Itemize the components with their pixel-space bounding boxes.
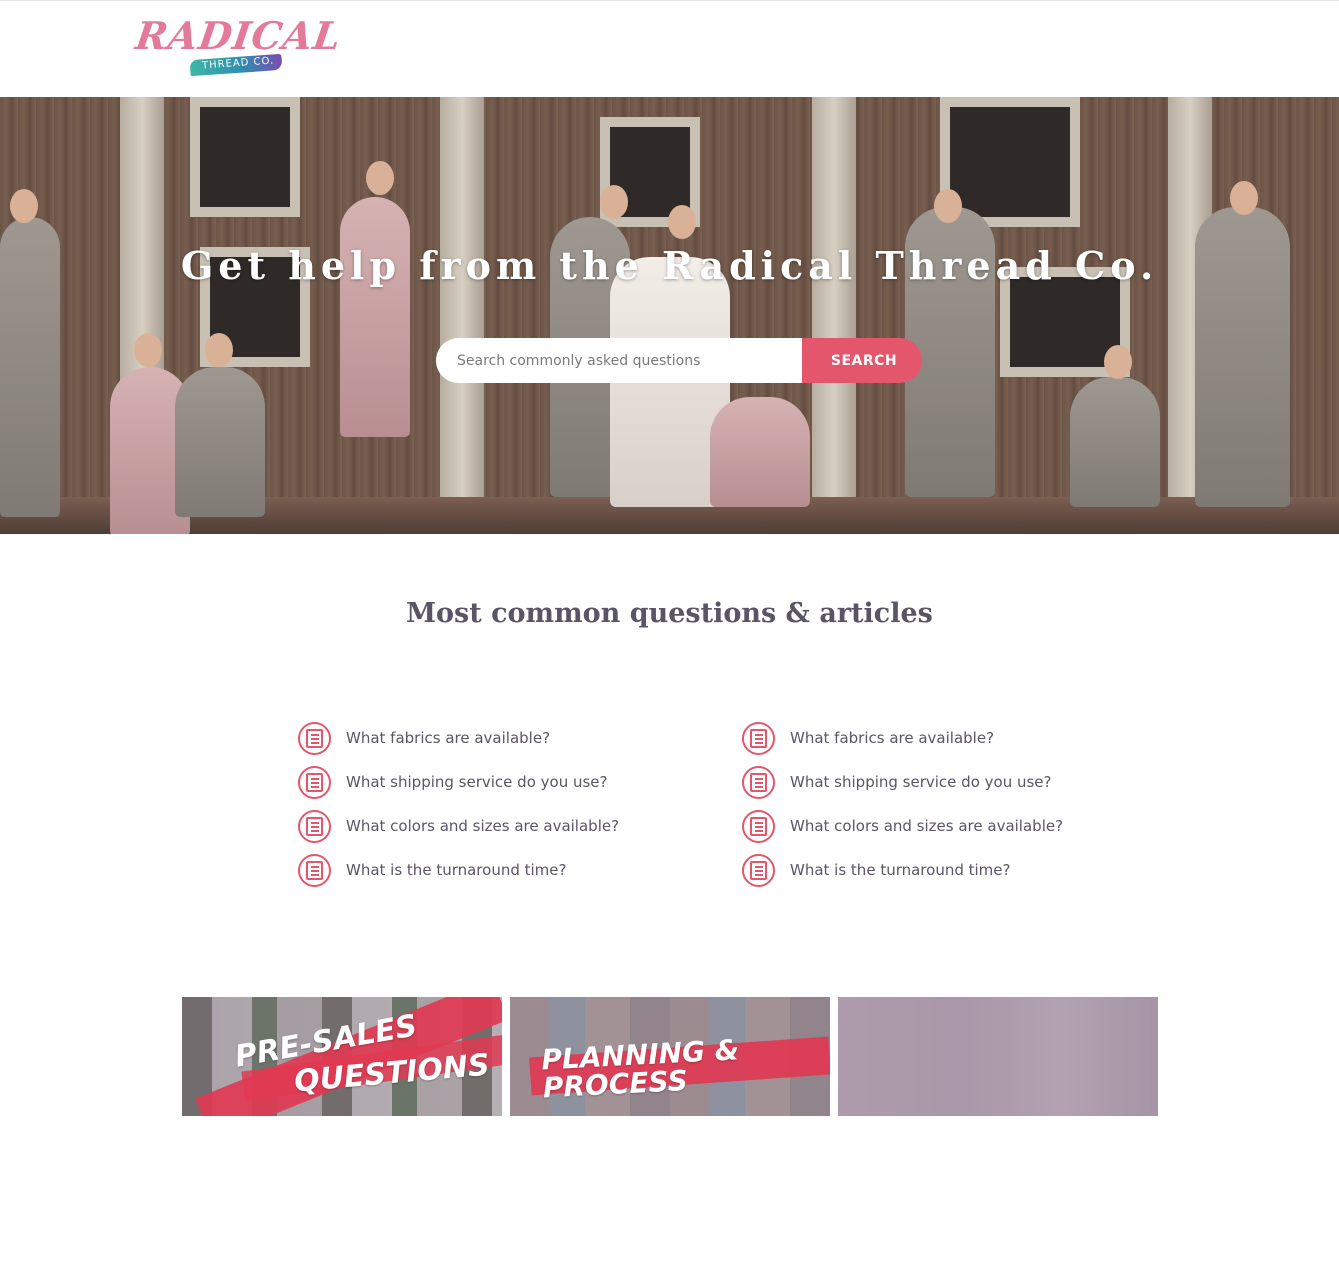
category-card-planning-process[interactable]: PLANNING & PROCESS [510, 997, 830, 1116]
radical-thread-logo[interactable]: RADICAL THREAD CO. [133, 13, 344, 81]
hero-photo-post [440, 97, 484, 517]
card-title-line1: PLANNING & PROCESS [540, 1033, 740, 1105]
search-form: SEARCH [436, 338, 922, 383]
hero-banner: Get help from the Radical Thread Co. SEA… [0, 97, 1339, 534]
hero-photo-head [600, 185, 628, 219]
article-icon [298, 765, 331, 799]
hero-photo-head [205, 333, 233, 367]
question-label: What fabrics are available? [790, 729, 995, 747]
question-label: What colors and sizes are available? [790, 817, 1064, 835]
hero-photo-head [366, 161, 394, 195]
hero-photo-person [1070, 377, 1160, 507]
question-link[interactable]: What shipping service do you use? [742, 760, 1162, 804]
hero-photo-head [934, 189, 962, 223]
question-label: What shipping service do you use? [790, 773, 1052, 791]
hero-photo-head [1104, 345, 1132, 379]
question-link[interactable]: What shipping service do you use? [298, 760, 718, 804]
hero-photo-person [175, 367, 265, 517]
hero-photo-head [1230, 181, 1258, 215]
article-icon [742, 853, 775, 887]
question-link[interactable]: What is the turnaround time? [742, 848, 1162, 892]
logo-wordmark: RADICAL [132, 13, 345, 58]
article-icon [742, 721, 775, 755]
question-label: What is the turnaround time? [790, 861, 1011, 879]
hero-photo-post [812, 97, 856, 517]
question-link[interactable]: What colors and sizes are available? [742, 804, 1162, 848]
questions-column-left: What fabrics are available? What shippin… [298, 716, 718, 892]
question-label: What colors and sizes are available? [346, 817, 620, 835]
article-icon [742, 809, 775, 843]
question-label: What shipping service do you use? [346, 773, 608, 791]
search-input[interactable] [436, 338, 816, 383]
questions-column-right: What fabrics are available? What shippin… [742, 716, 1162, 892]
search-button[interactable]: SEARCH [802, 338, 922, 383]
hero-photo-head [10, 189, 38, 223]
category-card-pre-sales[interactable]: PRE-SALES QUESTIONS [182, 997, 502, 1116]
article-icon [298, 853, 331, 887]
category-card-third[interactable] [838, 997, 1158, 1116]
question-link[interactable]: What colors and sizes are available? [298, 804, 718, 848]
section-title: Most common questions & articles [406, 598, 933, 629]
site-header: RADICAL THREAD CO. [0, 1, 1339, 97]
hero-photo-window [190, 97, 300, 217]
hero-photo-person [340, 197, 410, 437]
hero-photo-person [710, 397, 810, 507]
article-icon [742, 765, 775, 799]
hero-photo-head [134, 333, 162, 367]
question-label: What fabrics are available? [346, 729, 551, 747]
article-icon [298, 721, 331, 755]
question-link[interactable]: What fabrics are available? [298, 716, 718, 760]
article-icon [298, 809, 331, 843]
hero-photo-head [668, 205, 696, 239]
question-link[interactable]: What fabrics are available? [742, 716, 1162, 760]
question-link[interactable]: What is the turnaround time? [298, 848, 718, 892]
question-label: What is the turnaround time? [346, 861, 567, 879]
hero-title: Get help from the Radical Thread Co. [180, 243, 1159, 288]
